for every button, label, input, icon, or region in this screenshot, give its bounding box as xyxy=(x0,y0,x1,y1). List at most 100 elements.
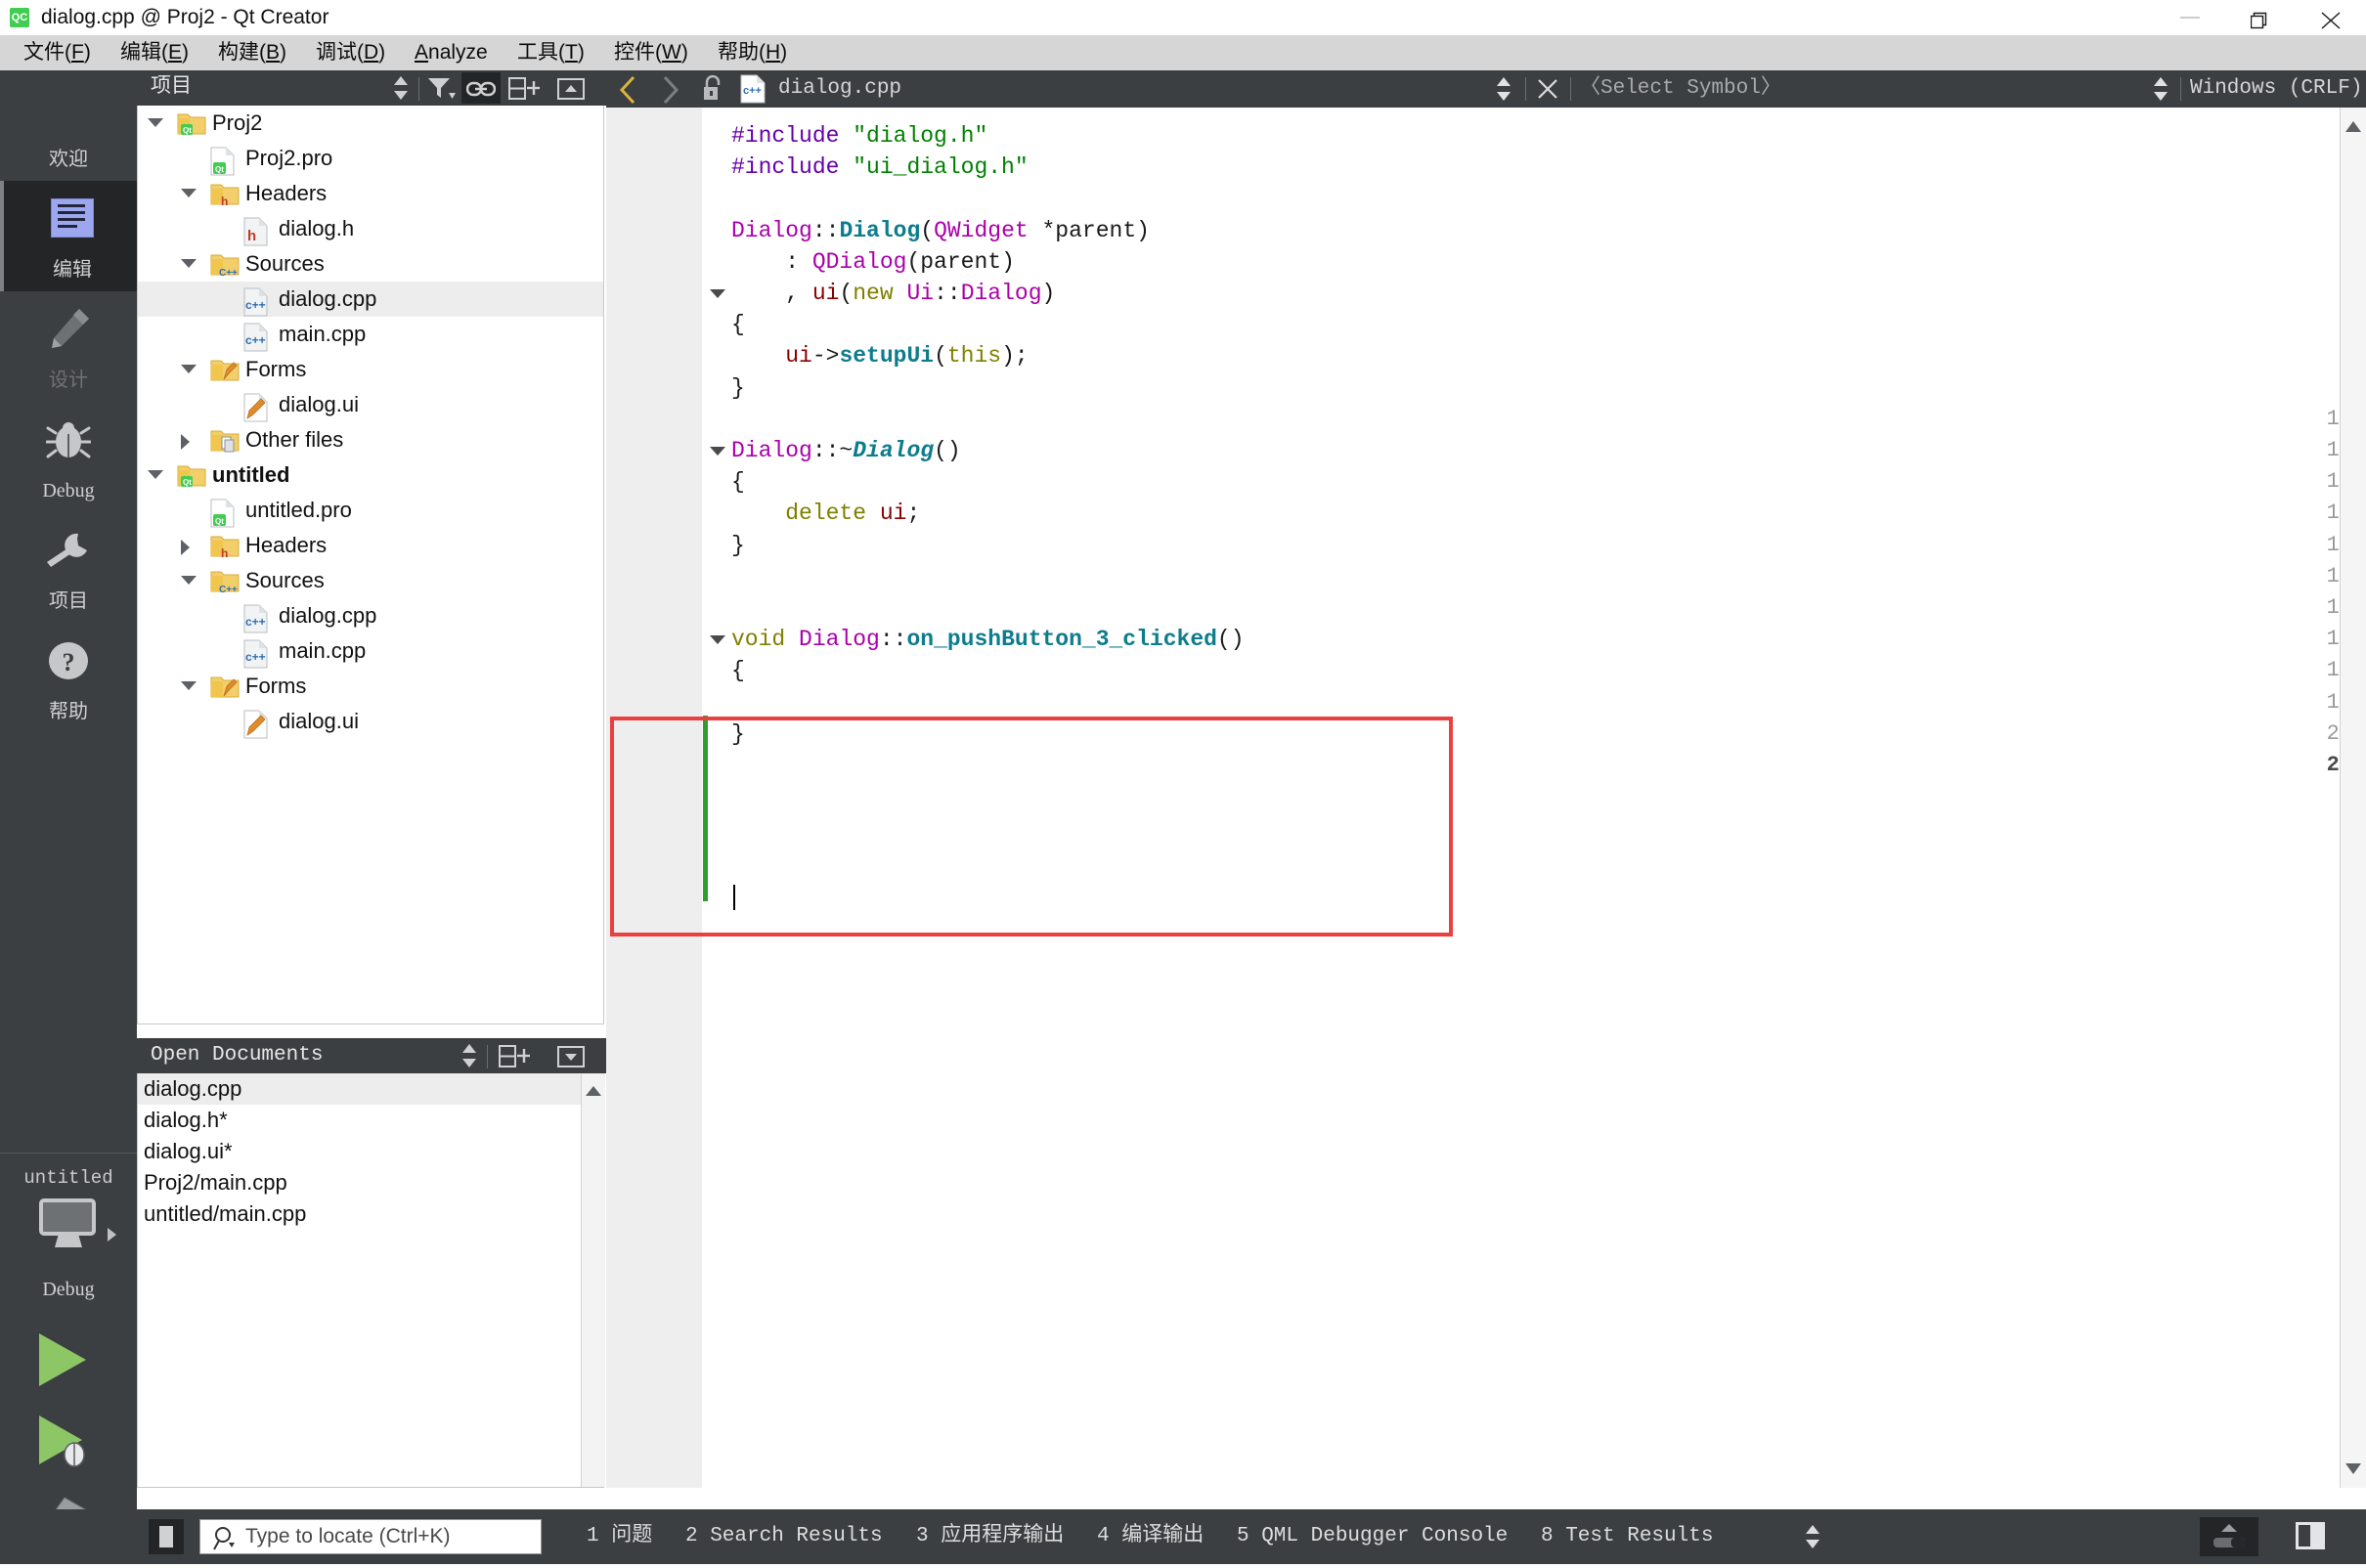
output-pane-button[interactable]: 2 Search Results xyxy=(685,1509,883,1564)
close-panel-icon[interactable] xyxy=(551,1040,591,1071)
scroll-down-icon[interactable] xyxy=(2345,1463,2361,1474)
open-documents-list[interactable]: dialog.cpp dialog.h* dialog.ui* Proj2/main.… xyxy=(137,1073,604,1488)
tree-item-untitled[interactable]: Qt untitled xyxy=(138,457,603,493)
chevron-down-icon[interactable] xyxy=(181,681,197,690)
go-forward-button[interactable] xyxy=(649,70,692,108)
question-icon: ? xyxy=(47,640,90,681)
open-document-item[interactable]: dialog.cpp xyxy=(138,1073,603,1105)
locator-input[interactable]: Type to locate (Ctrl+K) xyxy=(199,1519,542,1554)
select-symbol-field[interactable]: 〈Select Symbol〉 xyxy=(1580,70,1781,108)
close-button[interactable] xyxy=(2296,0,2366,35)
tree-item-dialog-cpp[interactable]: c++ dialog.cpp xyxy=(138,598,603,633)
chevron-down-icon[interactable] xyxy=(148,118,163,127)
tree-item-forms[interactable]: Forms xyxy=(138,352,603,387)
tree-item-proj2-pro[interactable]: Qt Proj2.pro xyxy=(138,141,603,176)
fold-marker-icon[interactable] xyxy=(710,635,725,645)
mode-button-welcome[interactable]: 欢迎 xyxy=(0,70,137,181)
output-pane-button[interactable]: 8 Test Results xyxy=(1541,1509,1713,1564)
tree-item-sources[interactable]: C++ Sources xyxy=(138,246,603,282)
svg-text:h: h xyxy=(247,228,256,244)
output-pane-button[interactable]: 1 问题 xyxy=(587,1509,652,1564)
sort-combo-icon[interactable] xyxy=(450,1040,489,1071)
symbol-dropdown-icon[interactable] xyxy=(2143,70,2178,108)
mode-button-debug[interactable]: Debug xyxy=(0,402,137,512)
split-icon[interactable] xyxy=(495,1040,534,1071)
menu-build[interactable]: 构建(B) xyxy=(204,35,300,70)
tree-item-dialog-h[interactable]: h dialog.h xyxy=(138,211,603,246)
more-panes-icon[interactable] xyxy=(1799,1509,1838,1564)
code-token: this xyxy=(946,343,1002,370)
chevron-down-icon[interactable] xyxy=(181,576,197,585)
tree-item-untitled-pro[interactable]: Qt untitled.pro xyxy=(138,493,603,528)
menu-edit[interactable]: 编辑(E) xyxy=(107,35,202,70)
editor-filename[interactable]: dialog.cpp xyxy=(778,70,901,108)
menu-debug[interactable]: 调试(D) xyxy=(302,35,399,70)
open-document-item[interactable]: dialog.ui* xyxy=(138,1136,603,1167)
scroll-up-icon[interactable] xyxy=(586,1086,601,1096)
menu-tools[interactable]: 工具(T) xyxy=(504,35,598,70)
tree-item-main-cpp[interactable]: c++ main.cpp xyxy=(138,317,603,352)
fold-marker-icon[interactable] xyxy=(710,289,725,298)
output-pane-button[interactable]: 4 编译输出 xyxy=(1097,1509,1204,1564)
fold-marker-icon[interactable] xyxy=(710,447,725,456)
output-pane-button[interactable]: 3 应用程序输出 xyxy=(916,1509,1064,1564)
close-panel-icon[interactable] xyxy=(551,72,591,104)
tree-item-forms[interactable]: Forms xyxy=(138,669,603,704)
split-icon[interactable] xyxy=(504,72,544,104)
scroll-up-icon[interactable] xyxy=(2345,121,2361,132)
kit-selector[interactable]: untitled Debug xyxy=(0,1153,137,1564)
output-pane-button[interactable]: 5 QML Debugger Console xyxy=(1237,1509,1508,1564)
code-editor[interactable]: 1#include "dialog.h"2#include "ui_dialog… xyxy=(606,108,2366,1488)
minimize-button[interactable] xyxy=(2155,0,2225,35)
mode-button-design[interactable]: 设计 xyxy=(0,291,137,402)
right-sidebar-button[interactable] xyxy=(2288,1517,2337,1556)
menu-analyze[interactable]: Analyze xyxy=(401,35,502,70)
mode-button-edit[interactable]: 编辑 xyxy=(0,181,141,291)
tree-item-label: Proj2 xyxy=(212,110,263,135)
tree-item-proj2[interactable]: Qt Proj2 xyxy=(138,106,603,141)
svg-text:Qt: Qt xyxy=(215,165,224,174)
menu-help[interactable]: 帮助(H) xyxy=(704,35,801,70)
tree-item-headers[interactable]: h Headers xyxy=(138,528,603,563)
code-token: ( xyxy=(839,281,854,306)
toggle-sidebar-button[interactable] xyxy=(149,1519,184,1554)
run-button[interactable] xyxy=(0,1322,137,1404)
go-back-button[interactable] xyxy=(606,70,649,108)
tree-item-sources[interactable]: C++ Sources xyxy=(138,563,603,598)
filter-combo-icon[interactable] xyxy=(381,72,420,104)
menu-file[interactable]: 文件(F) xyxy=(10,35,105,70)
chevron-down-icon[interactable] xyxy=(181,259,197,268)
open-document-item[interactable]: dialog.h* xyxy=(138,1105,603,1136)
grid-icon xyxy=(46,88,91,127)
open-documents-scrollbar[interactable] xyxy=(581,1074,605,1487)
line-ending-selector[interactable]: Windows (CRLF) xyxy=(2190,70,2362,108)
tree-item-dialog-cpp[interactable]: c++ dialog.cpp xyxy=(138,282,603,317)
start-debugging-button[interactable] xyxy=(0,1404,137,1486)
progress-details-button[interactable] xyxy=(2200,1517,2258,1556)
close-document-button[interactable] xyxy=(1529,70,1566,108)
mode-button-help[interactable]: ? 帮助 xyxy=(0,623,137,733)
chevron-down-icon[interactable] xyxy=(181,189,197,197)
tree-item-other-files[interactable]: Other files xyxy=(138,422,603,457)
chevron-right-icon[interactable] xyxy=(181,540,190,555)
sync-with-editor-icon[interactable] xyxy=(461,72,501,104)
editor-scrollbar[interactable] xyxy=(2340,108,2366,1488)
mode-button-projects[interactable]: 项目 xyxy=(0,512,137,623)
tree-item-main-cpp[interactable]: c++ main.cpp xyxy=(138,633,603,669)
chevron-down-icon[interactable] xyxy=(181,365,197,373)
chevron-right-icon[interactable] xyxy=(181,434,190,450)
chevron-down-icon[interactable] xyxy=(148,470,163,479)
make-writable-icon[interactable] xyxy=(694,70,733,108)
menu-window[interactable]: 控件(W) xyxy=(600,35,702,70)
code-token: *parent) xyxy=(1028,217,1150,243)
open-document-item[interactable]: untitled/main.cpp xyxy=(138,1198,603,1230)
project-tree[interactable]: Qt Proj2 Qt Proj2.pro h Headers h dialog.h C++ So… xyxy=(137,106,604,1024)
restore-button[interactable] xyxy=(2225,0,2296,35)
open-document-item[interactable]: Proj2/main.cpp xyxy=(138,1167,603,1198)
tree-item-headers[interactable]: h Headers xyxy=(138,176,603,211)
filter-funnel-icon[interactable] xyxy=(422,72,461,104)
tree-item-dialog-ui[interactable]: dialog.ui xyxy=(138,704,603,739)
file-dropdown-icon[interactable] xyxy=(1486,70,1521,108)
tree-item-dialog-ui[interactable]: dialog.ui xyxy=(138,387,603,422)
